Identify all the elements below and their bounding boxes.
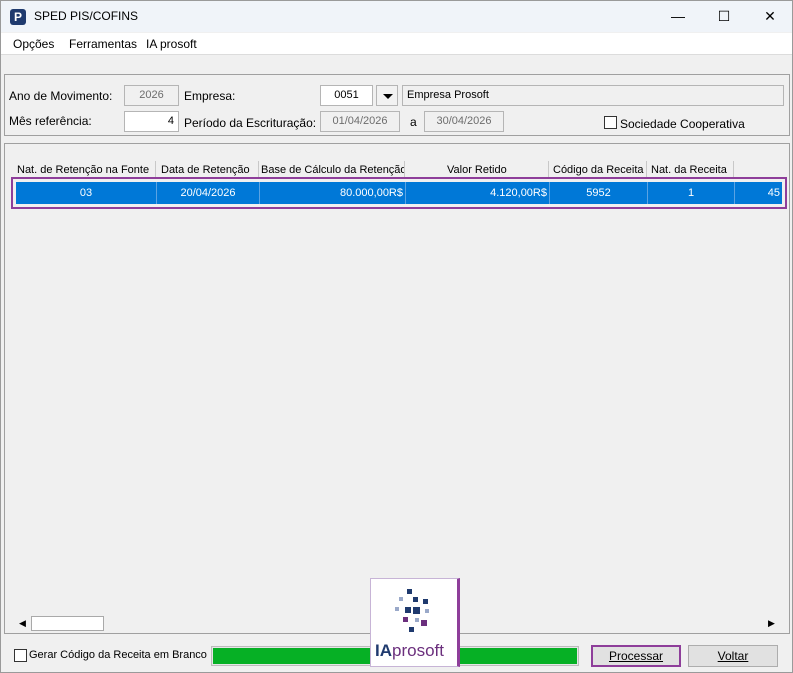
menu-ferramentas[interactable]: Ferramentas [69,37,137,51]
close-button[interactable]: ✕ [747,1,793,32]
empresa-name-field: Empresa Prosoft [402,85,784,106]
periodo-separator: a [410,115,417,129]
gerar-codigo-checkbox[interactable] [14,649,27,662]
logo-ia-text: IA [375,641,392,660]
empresa-dropdown-button[interactable] [376,85,398,106]
processar-label: Processar [608,649,664,663]
menu-ia-prosoft[interactable]: IA prosoft [146,37,197,51]
empresa-code-field[interactable]: 0051 [320,85,373,106]
sociedade-checkbox[interactable] [604,116,617,129]
cell-nat-retencao: 03 [16,182,157,204]
periodo-fim-field: 30/04/2026 [424,111,504,132]
logo-wordmark: IAprosoft [375,641,444,661]
cell-data-retencao: 20/04/2026 [157,182,260,204]
cell-valor-retido: 4.120,00R$ [406,182,550,204]
periodo-label: Período da Escrituração: [184,116,317,130]
ano-label: Ano de Movimento: [9,89,113,103]
scroll-left-icon[interactable]: ◀ [14,615,31,632]
gerar-codigo-label: Gerar Código da Receita em Branco [29,649,207,661]
processar-button[interactable]: Processar [591,645,681,667]
data-grid: Nat. de Retenção na Fonte Data de Retenç… [4,143,790,634]
logo-mark-icon [395,589,429,632]
cell-codigo-receita: 5952 [550,182,648,204]
voltar-button[interactable]: Voltar [688,645,778,667]
mes-field[interactable]: 4 [124,111,179,132]
periodo-inicio-field: 01/04/2026 [320,111,400,132]
filter-panel: Ano de Movimento: 2026 Empresa: 0051 Emp… [4,74,790,136]
cell-extra: 45 [767,187,780,199]
cell-nat-receita: 1 [648,182,735,204]
scroll-right-icon[interactable]: ▶ [763,615,780,632]
menu-opcoes[interactable]: Opções [13,37,54,51]
logo-prosoft-text: prosoft [392,641,444,660]
menu-bar: Opções Ferramentas IA prosoft [1,33,792,55]
ia-prosoft-logo: IAprosoft [370,578,460,667]
window-title: SPED PIS/COFINS [34,9,139,23]
cell-base-calculo: 80.000,00R$ [260,182,406,204]
sociedade-label: Sociedade Cooperativa [620,117,745,131]
minimize-button[interactable]: — [655,1,701,32]
mes-label: Mês referência: [9,114,92,128]
app-icon: P [10,9,26,25]
maximize-button[interactable]: ☐ [701,1,747,32]
voltar-label: Voltar [717,649,749,663]
empresa-label: Empresa: [184,89,236,103]
title-bar[interactable]: P SPED PIS/COFINS — ☐ ✕ [1,1,792,32]
scrollbar-thumb[interactable] [31,616,104,631]
table-row[interactable]: 03 20/04/2026 80.000,00R$ 4.120,00R$ 595… [16,182,782,204]
ano-field: 2026 [124,85,179,106]
selected-row-highlight: 03 20/04/2026 80.000,00R$ 4.120,00R$ 595… [11,177,787,209]
main-window: P SPED PIS/COFINS — ☐ ✕ Opções Ferrament… [0,0,793,673]
